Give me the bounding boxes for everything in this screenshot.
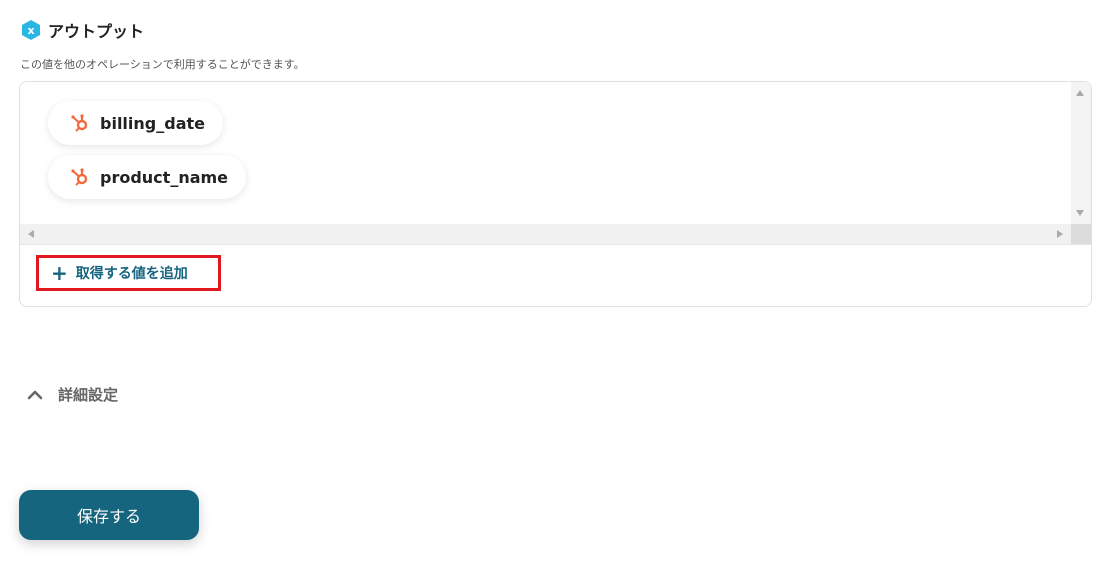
add-value-button[interactable]: + 取得する値を追加	[36, 255, 221, 291]
output-title: アウトプット	[48, 22, 145, 41]
svg-text:x: x	[27, 24, 34, 37]
output-header: x アウトプット	[20, 18, 144, 42]
scroll-up-icon[interactable]	[1076, 90, 1084, 96]
scrollbar-corner	[1071, 224, 1091, 244]
output-chip-billing-date[interactable]: billing_date	[48, 101, 223, 145]
hubspot-icon	[70, 113, 90, 133]
scroll-down-icon[interactable]	[1076, 210, 1084, 216]
output-chip-label: product_name	[100, 167, 229, 187]
plus-icon: +	[51, 261, 68, 285]
advanced-settings-label: 詳細設定	[58, 386, 119, 404]
output-chip-label: billing_date	[100, 113, 205, 133]
hubspot-icon	[70, 167, 90, 187]
vertical-scrollbar[interactable]	[1071, 82, 1091, 224]
scroll-right-icon[interactable]	[1057, 230, 1063, 238]
output-card: billing_date product_name + 取得する値を追加	[19, 81, 1092, 307]
variable-icon: x	[20, 19, 42, 41]
scroll-left-icon[interactable]	[28, 230, 34, 238]
add-value-label: 取得する値を追加	[75, 266, 188, 282]
chevron-up-icon	[26, 386, 44, 404]
output-list: billing_date product_name	[20, 82, 1091, 245]
save-button[interactable]: 保存する	[19, 490, 199, 540]
advanced-settings-toggle[interactable]: 詳細設定	[26, 384, 118, 405]
output-chip-product-name[interactable]: product_name	[48, 155, 247, 199]
horizontal-scrollbar[interactable]	[20, 224, 1071, 244]
output-description: この値を他のオペレーションで利用することができます。	[20, 58, 305, 71]
